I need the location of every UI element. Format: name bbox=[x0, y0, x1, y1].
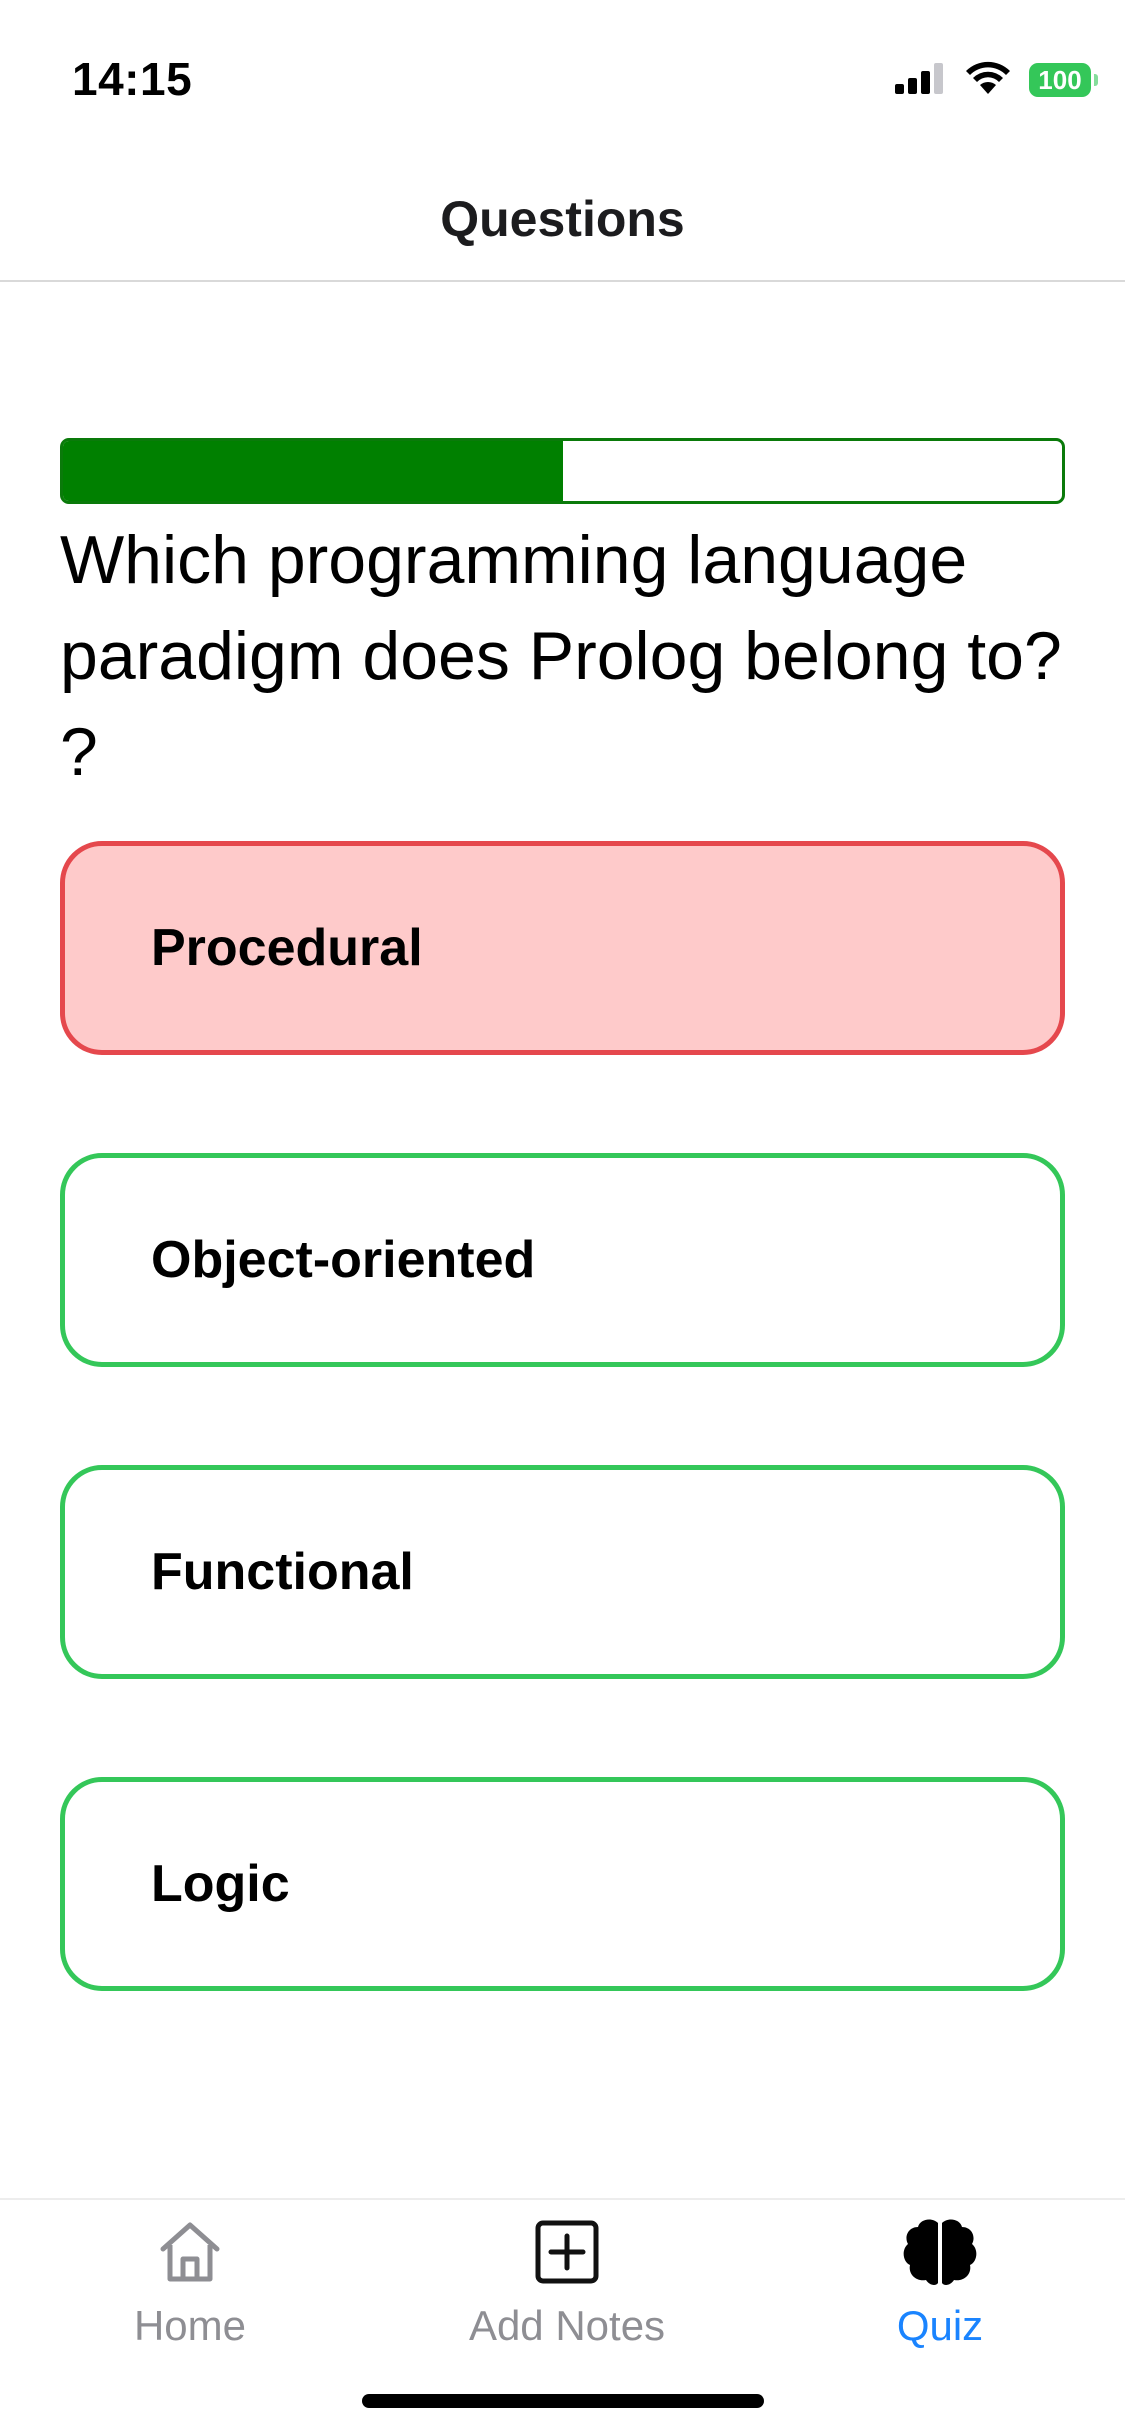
tab-label-home: Home bbox=[133, 2302, 247, 2349]
tab-home[interactable]: Home bbox=[40, 2212, 340, 2350]
tab-label-add-notes: Add Notes bbox=[468, 2302, 666, 2349]
navigation-header: Questions bbox=[0, 150, 1125, 282]
battery-icon: 100 bbox=[1029, 63, 1098, 97]
answer-label: Logic bbox=[151, 1855, 290, 1913]
quiz-progress-bar bbox=[60, 438, 1065, 504]
answer-option-procedural[interactable]: Procedural bbox=[60, 841, 1065, 1055]
wifi-icon bbox=[965, 61, 1011, 100]
question-text: Which programming language paradigm does… bbox=[60, 522, 1062, 790]
add-square-icon bbox=[527, 2212, 607, 2292]
quiz-progress-fill bbox=[63, 441, 563, 501]
battery-level: 100 bbox=[1038, 64, 1082, 95]
page-title: Questions bbox=[440, 191, 685, 247]
home-indicator bbox=[362, 2394, 764, 2408]
answer-label: Object-oriented bbox=[151, 1231, 536, 1289]
status-bar: 14:15 100 bbox=[0, 0, 1125, 150]
cellular-signal-icon bbox=[895, 62, 947, 99]
answer-option-functional[interactable]: Functional bbox=[60, 1465, 1065, 1679]
status-icons: 100 bbox=[895, 60, 1098, 100]
answer-option-object-oriented[interactable]: Object-oriented bbox=[60, 1153, 1065, 1367]
home-icon bbox=[150, 2212, 230, 2292]
answer-option-logic[interactable]: Logic bbox=[60, 1777, 1065, 1991]
answer-label: Functional bbox=[151, 1543, 414, 1601]
brain-icon bbox=[900, 2212, 980, 2292]
tab-quiz[interactable]: Quiz bbox=[790, 2212, 1090, 2350]
tab-label-quiz: Quiz bbox=[896, 2302, 984, 2349]
tab-add-notes[interactable]: Add Notes bbox=[417, 2212, 717, 2350]
status-time: 14:15 bbox=[72, 53, 193, 105]
answer-label: Procedural bbox=[151, 919, 423, 977]
